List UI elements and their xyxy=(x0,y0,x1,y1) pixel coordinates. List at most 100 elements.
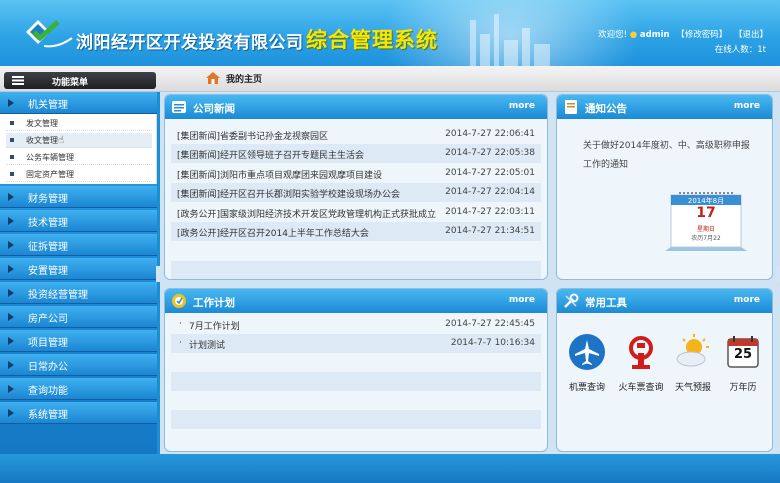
plan-panel: 工作计划 more · 7月工作计划 2014-7-27 22:45:45 · 计划测试… xyxy=(164,288,548,452)
sidebar-item-label: 查询功能 xyxy=(28,386,68,397)
company-name: 浏阳经开区开发投资有限公司 xyxy=(76,33,304,53)
sidebar-item[interactable]: 技术管理 xyxy=(0,210,157,232)
tools-icon xyxy=(564,293,579,308)
table-row[interactable]: [集团新闻]浏阳市重点项目观摩团来园观摩项目建设 2014-7-27 22:05:… xyxy=(171,164,541,183)
sidebar-item[interactable]: 征拆管理 xyxy=(0,234,157,256)
tool-label: 火车票查询 xyxy=(618,383,664,393)
sidebar-item-label: 机关管理 xyxy=(28,100,68,111)
sidebar-item[interactable]: 系统管理 xyxy=(0,402,157,424)
table-row xyxy=(171,353,541,372)
news-item-title[interactable]: [政务公开]经开区召开2014上半年工作总结大会 xyxy=(177,226,369,239)
sidebar-item[interactable]: 安置管理 xyxy=(0,258,157,280)
notice-more-link[interactable]: more xyxy=(734,101,760,111)
tools-header: 常用工具 more xyxy=(557,289,772,313)
plan-item-title[interactable]: 7月工作计划 xyxy=(189,319,240,332)
submenu-item-fixed-assets[interactable]: 固定资产管理 xyxy=(6,167,152,182)
arrow-right-icon xyxy=(8,385,14,393)
arrow-right-icon xyxy=(8,337,14,345)
submenu-item-vehicles[interactable]: 公务车辆管理 xyxy=(6,150,152,165)
sidebar-item[interactable]: 查询功能 xyxy=(0,378,157,400)
submenu-label: 固定资产管理 xyxy=(26,170,74,179)
news-item-date: 2014-7-27 22:03:11 xyxy=(445,206,535,217)
arrow-right-icon xyxy=(8,241,14,249)
table-row[interactable]: · 计划测试 2014-7-7 10:16:34 xyxy=(171,334,541,353)
tool-flight-query[interactable]: 机票查询 xyxy=(561,333,613,393)
weather-icon xyxy=(676,334,709,367)
sidebar-item[interactable]: 投资经营管理 xyxy=(0,282,157,304)
arrow-right-icon xyxy=(8,313,14,321)
header: 浏阳经开区开发投资有限公司 综合管理系统 欢迎您! ● admin 【修改密码】… xyxy=(0,0,780,66)
tools-more-link[interactable]: more xyxy=(734,295,760,305)
bullet-icon xyxy=(10,121,14,125)
news-item-date: 2014-7-27 22:05:01 xyxy=(445,167,535,178)
tool-perpetual-calendar[interactable]: 25 万年历 xyxy=(717,333,769,393)
plan-item-date: 2014-7-27 22:45:45 xyxy=(445,319,535,329)
tool-label: 万年历 xyxy=(729,383,757,393)
table-row xyxy=(171,260,541,279)
table-row[interactable]: [集团新闻]经开区召开长郡浏阳实验学校建设现场办公会 2014-7-27 22:0… xyxy=(171,183,541,203)
bullet-icon: · xyxy=(179,319,182,329)
arrow-right-icon xyxy=(8,361,14,369)
notice-item[interactable]: 关于做好2014年度初、中、高级职称申报工作的通知 xyxy=(583,137,758,175)
news-item-title[interactable]: [政务公开]国家级浏阳经济技术开发区党政管理机构正式获批成立 xyxy=(177,207,436,220)
company-logo-icon xyxy=(26,20,73,48)
welcome-bar: 欢迎您! ● admin 【修改密码】 【退出】 xyxy=(598,28,768,40)
bullet-icon xyxy=(10,172,14,176)
sidebar-item-office-management[interactable]: 机关管理 xyxy=(0,92,157,114)
submenu-item-outgoing-docs[interactable]: 发文管理 xyxy=(6,116,152,131)
calendar-lunar: 农历7月22 xyxy=(691,235,721,242)
change-password-link[interactable]: 【修改密码】 xyxy=(676,30,727,40)
sidebar-item-label: 投资经营管理 xyxy=(28,290,88,301)
sidebar-item-label: 日常办公 xyxy=(28,362,68,373)
sidebar-item[interactable]: 日常办公 xyxy=(0,354,157,376)
function-menu-title: 功能菜单 xyxy=(4,72,156,89)
footer xyxy=(0,454,780,483)
sidebar-item[interactable]: 财务管理 xyxy=(0,186,157,208)
logout-link[interactable]: 【退出】 xyxy=(734,30,768,40)
table-row[interactable]: [政务公开]国家级浏阳经济技术开发区党政管理机构正式获批成立 2014-7-27 … xyxy=(171,203,541,222)
arrow-right-icon xyxy=(8,193,14,201)
plan-item-title[interactable]: 计划测试 xyxy=(189,338,225,351)
news-item-title[interactable]: [集团新闻]省委副书记孙金龙视察园区 xyxy=(177,129,328,142)
home-tab[interactable]: 我的主页 xyxy=(206,72,262,85)
table-row xyxy=(171,241,541,260)
right-collapse-handle[interactable] xyxy=(776,266,780,282)
news-item-title[interactable]: [集团新闻]经开区领导班子召开专题民主生活会 xyxy=(177,148,364,161)
sidebar-item-label: 安置管理 xyxy=(28,266,68,277)
tool-weather[interactable]: 天气预报 xyxy=(667,333,719,393)
news-item-title[interactable]: [集团新闻]浏阳市重点项目观摩团来园观摩项目建设 xyxy=(177,168,382,181)
submenu-item-incoming-docs[interactable]: 收文管理 ☝ xyxy=(6,133,152,148)
tools-title: 常用工具 xyxy=(585,297,627,309)
news-item-title[interactable]: [集团新闻]经开区召开长郡浏阳实验学校建设现场办公会 xyxy=(177,187,400,200)
desk-calendar: 2014年8月 17 星期日 农历7月22 xyxy=(665,191,747,251)
online-label: 在线人数： xyxy=(714,45,758,55)
news-panel: 公司新闻 more [集团新闻]省委副书记孙金龙视察园区 2014-7-27 22… xyxy=(164,94,548,280)
sidebar-item[interactable]: 项目管理 xyxy=(0,330,157,352)
news-item-date: 2014-7-27 22:04:14 xyxy=(445,187,535,198)
table-row[interactable]: [集团新闻]经开区领导班子召开专题民主生活会 2014-7-27 22:05:38 xyxy=(171,144,541,164)
news-title: 公司新闻 xyxy=(193,103,235,115)
table-row xyxy=(171,410,541,429)
table-row xyxy=(171,372,541,391)
cursor-hand-icon: ☝ xyxy=(58,135,65,146)
table-row[interactable]: [政务公开]经开区召开2014上半年工作总结大会 2014-7-27 21:34:… xyxy=(171,222,541,241)
news-more-link[interactable]: more xyxy=(509,101,535,111)
table-row[interactable]: · 7月工作计划 2014-7-27 22:45:45 xyxy=(171,315,541,334)
welcome-prefix: 欢迎您! xyxy=(598,30,628,40)
function-menu-label: 功能菜单 xyxy=(52,78,89,88)
submenu-label: 收文管理 xyxy=(26,136,58,145)
tool-train-query[interactable]: 火车票查询 xyxy=(615,333,667,393)
home-tab-label: 我的主页 xyxy=(226,75,263,85)
plan-header: 工作计划 more xyxy=(165,289,547,313)
notice-panel: 通知公告 more 关于做好2014年度初、中、高级职称申报工作的通知 2014… xyxy=(556,94,773,280)
notice-icon xyxy=(565,100,577,114)
submenu-label: 公务车辆管理 xyxy=(26,153,74,162)
online-users: 在线人数：1t xyxy=(715,43,766,55)
arrow-right-icon xyxy=(8,409,14,417)
plan-more-link[interactable]: more xyxy=(509,295,535,305)
tool-label: 机票查询 xyxy=(568,383,605,393)
user-icon: ● xyxy=(629,30,638,40)
sidebar-collapse-handle[interactable] xyxy=(156,266,160,282)
table-row[interactable]: [集团新闻]省委副书记孙金龙视察园区 2014-7-27 22:06:41 xyxy=(171,125,541,144)
sidebar-item[interactable]: 房产公司 xyxy=(0,306,157,328)
